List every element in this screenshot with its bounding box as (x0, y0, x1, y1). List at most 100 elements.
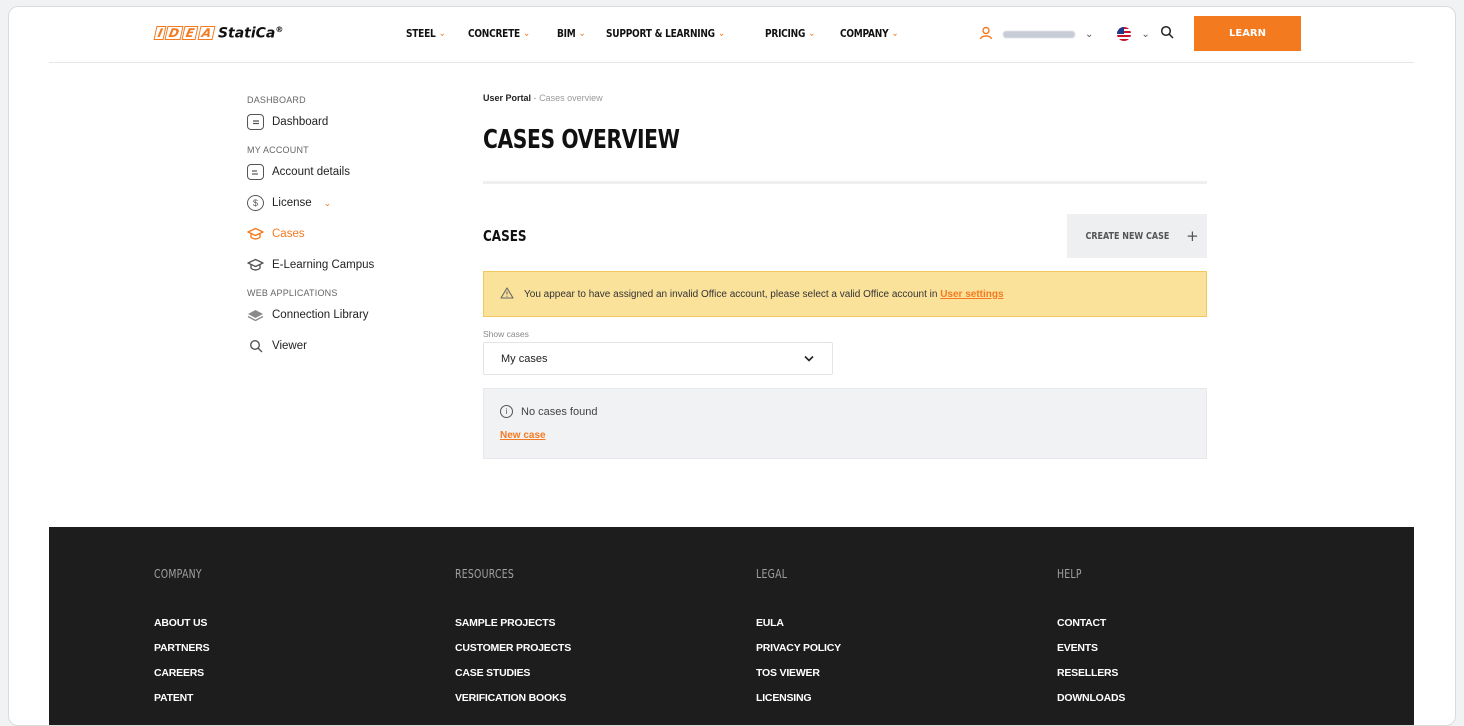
sidebar-item-license[interactable]: $ License ⌄ (247, 195, 447, 211)
sidebar-item-label: License (272, 197, 312, 209)
show-cases-select[interactable]: My cases (483, 342, 833, 375)
browser-page: IDEA StatiCa® STEEL ⌄ CONCRETE ⌄ BIM ⌄ SUPP… (8, 6, 1456, 726)
alert-text: You appear to have assigned an invalid O… (524, 288, 938, 300)
footer-link[interactable]: PARTNERS (154, 642, 215, 654)
sidebar-item-e-learning[interactable]: E-Learning Campus (247, 257, 447, 273)
sidebar-item-label: Connection Library (272, 309, 369, 321)
cases-header: CASES CREATE NEW CASE + (483, 214, 1207, 258)
create-new-case-label: CREATE NEW CASE (1085, 230, 1170, 242)
section-title: CASES (483, 227, 527, 245)
footer-link[interactable]: RESELLERS (1057, 667, 1125, 679)
footer-column-legal: LEGAL EULA PRIVACY POLICY TOS VIEWER LIC… (756, 567, 841, 717)
license-icon: $ (247, 195, 264, 211)
user-email-redacted[interactable] (1003, 30, 1075, 38)
chevron-down-icon: ⌄ (891, 28, 899, 39)
footer-heading: RESOURCES (455, 567, 515, 581)
main-nav: STEEL ⌄ CONCRETE ⌄ BIM ⌄ SUPPORT & LEARNING… (406, 27, 911, 40)
chevron-down-icon: ⌄ (579, 28, 586, 39)
breadcrumb-root[interactable]: User Portal (483, 93, 531, 103)
account-details-icon (247, 164, 264, 180)
footer-link[interactable]: PATENT (154, 692, 215, 704)
footer-link[interactable]: DOWNLOADS (1057, 692, 1125, 704)
footer-link[interactable]: TOS VIEWER (756, 667, 841, 679)
sidebar-item-label: E-Learning Campus (272, 259, 375, 271)
select-value: My cases (501, 352, 548, 365)
footer-column-company: COMPANY ABOUT US PARTNERS CAREERS PATENT (154, 567, 215, 717)
search-icon[interactable] (1160, 25, 1174, 43)
layers-icon (247, 307, 264, 323)
sidebar-item-label: Dashboard (272, 116, 329, 128)
chevron-down-icon[interactable]: ⌄ (1141, 29, 1149, 40)
chevron-down-icon[interactable]: ⌄ (1085, 29, 1093, 40)
learn-button[interactable]: LEARN (1194, 16, 1301, 51)
footer-heading: COMPANY (154, 567, 202, 581)
logo-text: StatiCa® (218, 25, 283, 42)
main-content: User Portal - Cases overview CASES OVERV… (483, 93, 1207, 459)
empty-message: i No cases found (500, 405, 1206, 418)
sidebar-item-label: Viewer (272, 340, 307, 352)
search-icon (247, 338, 264, 354)
sidebar-item-label: Account details (272, 166, 350, 178)
nav-support-learning[interactable]: SUPPORT & LEARNING ⌄ (606, 27, 725, 40)
create-new-case-button[interactable]: CREATE NEW CASE + (1067, 214, 1207, 258)
cases-icon (247, 226, 264, 242)
site-footer: COMPANY ABOUT US PARTNERS CAREERS PATENT… (49, 527, 1414, 725)
footer-link[interactable]: LICENSING (756, 692, 841, 704)
sidebar-section-title: WEB APPLICATIONS (247, 288, 338, 298)
footer-link[interactable]: EULA (756, 617, 841, 629)
nav-bim[interactable]: BIM ⌄ (557, 27, 586, 40)
nav-company[interactable]: COMPANY ⌄ (840, 27, 899, 40)
warning-icon (500, 286, 514, 302)
sidebar-item-connection-library[interactable]: Connection Library (247, 307, 447, 323)
chevron-down-icon: ⌄ (438, 28, 446, 39)
empty-text: No cases found (521, 405, 598, 418)
user-area: ⌄ ⌄ (979, 25, 1174, 43)
footer-link[interactable]: CASE STUDIES (455, 667, 571, 679)
nav-pricing[interactable]: PRICING ⌄ (765, 27, 815, 40)
footer-link[interactable]: CAREERS (154, 667, 215, 679)
footer-link[interactable]: CONTACT (1057, 617, 1125, 629)
sidebar-item-viewer[interactable]: Viewer (247, 338, 447, 354)
footer-link[interactable]: PRIVACY POLICY (756, 642, 841, 654)
sidebar: DASHBOARD Dashboard MY ACCOUNT Account d… (247, 93, 447, 369)
warning-alert: You appear to have assigned an invalid O… (483, 271, 1207, 317)
footer-link[interactable]: VERIFICATION BOOKS (455, 692, 571, 704)
logo-mark: IDEA (153, 26, 216, 41)
sidebar-item-account-details[interactable]: Account details (247, 164, 447, 180)
footer-link[interactable]: CUSTOMER PROJECTS (455, 642, 571, 654)
graduation-cap-icon (247, 257, 264, 273)
user-settings-link[interactable]: User settings (940, 289, 1003, 300)
logo-wordmark: StatiCa (217, 25, 276, 42)
sidebar-item-dashboard[interactable]: Dashboard (247, 114, 447, 130)
nav-label: STEEL (406, 27, 436, 40)
footer-column-resources: RESOURCES SAMPLE PROJECTS CUSTOMER PROJE… (455, 567, 571, 717)
site-header: IDEA StatiCa® STEEL ⌄ CONCRETE ⌄ BIM ⌄ SUPP… (49, 7, 1414, 63)
breadcrumb-separator: - (533, 93, 537, 103)
nav-label: BIM (557, 27, 576, 40)
show-cases-label: Show cases (483, 329, 529, 339)
empty-state: i No cases found New case (483, 388, 1207, 459)
nav-steel[interactable]: STEEL ⌄ (406, 27, 446, 40)
footer-column-help: HELP CONTACT EVENTS RESELLERS DOWNLOADS (1057, 567, 1125, 717)
sidebar-item-cases[interactable]: Cases (247, 226, 447, 242)
nav-label: PRICING (764, 27, 806, 40)
us-flag-icon[interactable] (1117, 27, 1132, 41)
footer-link[interactable]: ABOUT US (154, 617, 215, 629)
nav-concrete[interactable]: CONCRETE ⌄ (468, 27, 530, 40)
chevron-down-icon[interactable]: ⌄ (324, 198, 332, 209)
new-case-link[interactable]: New case (500, 430, 546, 441)
registered-mark: ® (275, 25, 284, 34)
page-title: CASES OVERVIEW (483, 125, 680, 155)
chevron-down-icon: ⌄ (523, 28, 530, 39)
footer-link[interactable]: SAMPLE PROJECTS (455, 617, 571, 629)
user-icon[interactable] (979, 26, 993, 43)
breadcrumb: User Portal - Cases overview (483, 93, 1207, 103)
info-icon: i (500, 405, 513, 418)
chevron-down-icon (804, 353, 814, 365)
footer-link[interactable]: EVENTS (1057, 642, 1125, 654)
sidebar-section-title: MY ACCOUNT (247, 145, 309, 155)
sidebar-section-title: DASHBOARD (247, 95, 306, 105)
footer-heading: HELP (1057, 567, 1082, 581)
idea-statica-logo[interactable]: IDEA StatiCa® (153, 25, 283, 42)
dashboard-icon (247, 114, 264, 130)
